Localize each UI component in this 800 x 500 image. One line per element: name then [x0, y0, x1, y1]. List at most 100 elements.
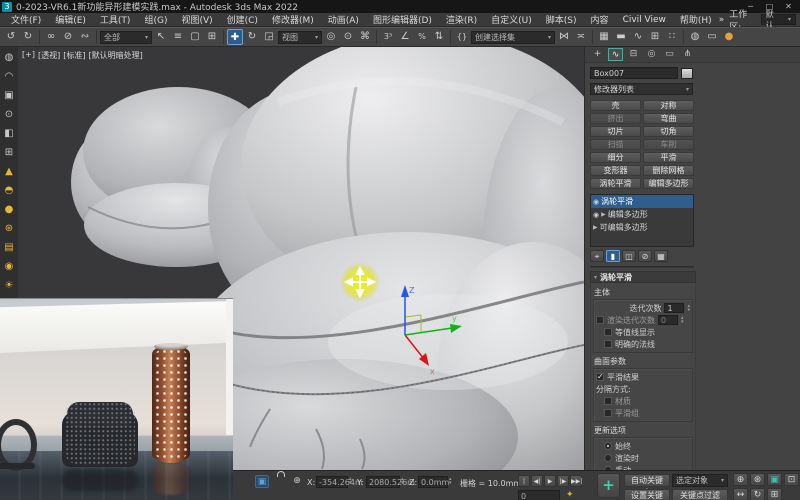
lathe-modifier-button[interactable]: 车削	[643, 139, 694, 150]
ies-light-icon[interactable]: ⊛	[2, 222, 16, 236]
menu-civil-view[interactable]: Civil View	[616, 15, 673, 25]
delete-mesh-modifier-button[interactable]: 删除网格	[643, 165, 694, 176]
x-coordinate-field[interactable]: -354.264m	[316, 476, 348, 488]
turbosmooth-modifier-button[interactable]: 涡轮平滑	[590, 178, 641, 189]
eye-icon[interactable]: ◉	[593, 198, 599, 206]
expand-arrow-icon[interactable]: ▶	[601, 211, 606, 218]
menu-customize[interactable]: 自定义(U)	[484, 13, 539, 26]
dome-light-icon[interactable]: ◓	[2, 184, 16, 198]
menu-edit[interactable]: 编辑(E)	[48, 13, 93, 26]
toggle-layer-explorer-icon[interactable]: ▦	[596, 29, 612, 45]
stack-item-turbosmooth[interactable]: ◉ 涡轮平滑	[591, 195, 693, 208]
menu-overflow-chevron[interactable]: »	[719, 15, 725, 25]
rendered-frame-window-icon[interactable]: ▭	[704, 29, 720, 45]
panel-divider[interactable]	[590, 266, 694, 268]
display-tab-icon[interactable]: ▭	[662, 48, 677, 61]
workspace-dropdown[interactable]: 默认 ▾	[761, 14, 796, 25]
pan-icon[interactable]: ↔	[733, 488, 748, 500]
spinner-icons[interactable]: ▴▾	[401, 477, 404, 485]
eye-icon[interactable]: ◉	[593, 211, 599, 219]
bind-to-space-warp-icon[interactable]: ∾	[77, 29, 93, 45]
spinner-down-icon[interactable]: ▾	[687, 308, 690, 312]
y-coordinate-field[interactable]: 2080.526m	[366, 476, 400, 488]
redo-icon[interactable]: ↻	[20, 29, 36, 45]
select-and-link-icon[interactable]: ∞	[43, 29, 59, 45]
spot-light-icon[interactable]: ▲	[2, 165, 16, 179]
app-logo-icon[interactable]: 3	[2, 2, 12, 12]
viewport-menu-general[interactable]: [+]	[22, 50, 35, 61]
next-frame-button[interactable]: |▶	[557, 475, 569, 487]
slice-modifier-button[interactable]: 切片	[590, 126, 641, 137]
smoothing-groups-checkbox[interactable]	[604, 409, 612, 417]
menu-create[interactable]: 创建(C)	[220, 13, 265, 26]
explicit-normals-checkbox[interactable]	[604, 340, 612, 348]
select-by-name-icon[interactable]: ≡	[170, 29, 186, 45]
motion-tab-icon[interactable]: ◎	[644, 48, 659, 61]
render-iterations-checkbox[interactable]	[596, 316, 604, 324]
viewport-menu-pov[interactable]: [透视]	[38, 50, 60, 61]
menu-views[interactable]: 视图(V)	[174, 13, 219, 26]
spinner-icons[interactable]: ▴▾	[449, 477, 452, 485]
key-filters-button[interactable]: 关键点过滤器...	[672, 489, 728, 500]
render-production-icon[interactable]: ●	[721, 29, 737, 45]
edit-poly-modifier-button[interactable]: 编辑多边形	[643, 178, 694, 189]
sphere-light-icon[interactable]: ●	[2, 203, 16, 217]
go-to-end-button[interactable]: ▶▶|	[570, 475, 582, 487]
bend-modifier-button[interactable]: 弯曲	[643, 113, 694, 124]
material-editor-icon[interactable]: ∷	[664, 29, 680, 45]
auto-key-button[interactable]: 自动关键点	[624, 474, 670, 487]
z-coordinate-field[interactable]: 0.0mm	[418, 476, 448, 488]
absolute-mode-icon[interactable]: ⊕	[290, 475, 304, 488]
menu-tools[interactable]: 工具(T)	[93, 13, 138, 26]
spinner-down-icon[interactable]: ▾	[401, 481, 404, 485]
when-rendering-radio[interactable]	[604, 454, 612, 462]
maximize-viewport-toggle-icon[interactable]: ⊞	[767, 488, 782, 500]
orbit-view-icon[interactable]: ◠	[2, 70, 16, 84]
selection-filter-dropdown[interactable]: 全部 ▾	[100, 31, 152, 44]
rectangular-selection-region-icon[interactable]: ▢	[187, 29, 203, 45]
expand-arrow-icon[interactable]: ▶	[593, 224, 598, 231]
set-keys-button[interactable]: +	[597, 473, 620, 498]
utilities-tab-icon[interactable]: ⋔	[680, 48, 695, 61]
physical-camera-icon[interactable]: ▣	[2, 89, 16, 103]
zoom-icon[interactable]: ⊕	[733, 473, 748, 486]
spinner-icons[interactable]: ▴▾	[349, 477, 352, 485]
extrude-modifier-button[interactable]: 挤出	[590, 113, 641, 124]
selection-set-dropdown[interactable]: 选定对象 ▾	[672, 474, 728, 487]
always-radio[interactable]	[604, 442, 612, 450]
menu-scripting[interactable]: 脚本(S)	[539, 13, 584, 26]
snaps-toggle-3d-icon[interactable]: 3³	[380, 29, 396, 45]
isolate-selection-icon[interactable]: ▣	[255, 475, 269, 488]
remove-modifier-icon[interactable]: ⊘	[638, 250, 652, 262]
make-unique-icon[interactable]: ◫	[622, 250, 636, 262]
curve-editor-icon[interactable]: ∿	[630, 29, 646, 45]
select-and-scale-icon[interactable]: ◲	[261, 29, 277, 45]
spinner-down-icon[interactable]: ▾	[449, 481, 452, 485]
select-and-move-icon[interactable]: ✚	[227, 29, 243, 45]
orbit-icon[interactable]: ↻	[750, 488, 765, 500]
smooth-modifier-button[interactable]: 平滑	[643, 152, 694, 163]
modifier-list-dropdown[interactable]: 修改器列表 ▾	[590, 83, 693, 95]
spinner-icons[interactable]: ▴▾	[681, 316, 684, 324]
menu-help[interactable]: 帮助(H)	[673, 13, 719, 26]
current-frame-field[interactable]: 0	[518, 490, 560, 500]
reference-coordinate-dropdown[interactable]: 视图 ▾	[278, 31, 322, 44]
select-and-manipulate-icon[interactable]: ⊙	[340, 29, 356, 45]
zoom-all-icon[interactable]: ⊛	[750, 473, 765, 486]
bulb-light-icon[interactable]: ◉	[2, 260, 16, 274]
object-color-swatch[interactable]	[681, 68, 693, 79]
mirror-icon[interactable]: ⋈	[556, 29, 572, 45]
isoline-display-checkbox[interactable]	[604, 328, 612, 336]
render-setup-icon[interactable]: ◍	[687, 29, 703, 45]
show-end-result-icon[interactable]: ▮	[606, 250, 620, 262]
video-camera-icon[interactable]: ◧	[2, 127, 16, 141]
shell-modifier-button[interactable]: 壳	[590, 100, 641, 111]
stack-item-edit-poly[interactable]: ◉ ▶ 编辑多边形	[591, 208, 693, 221]
set-key-button[interactable]: 设置关键点	[624, 489, 670, 500]
hierarchy-tab-icon[interactable]: ⊟	[626, 48, 641, 61]
morpher-modifier-button[interactable]: 变形器	[590, 165, 641, 176]
go-to-start-button[interactable]: |◀◀	[518, 475, 530, 487]
exposure-icon[interactable]: ⊙	[2, 108, 16, 122]
percent-snap-icon[interactable]: %	[414, 29, 430, 45]
menu-group[interactable]: 组(G)	[137, 13, 174, 26]
